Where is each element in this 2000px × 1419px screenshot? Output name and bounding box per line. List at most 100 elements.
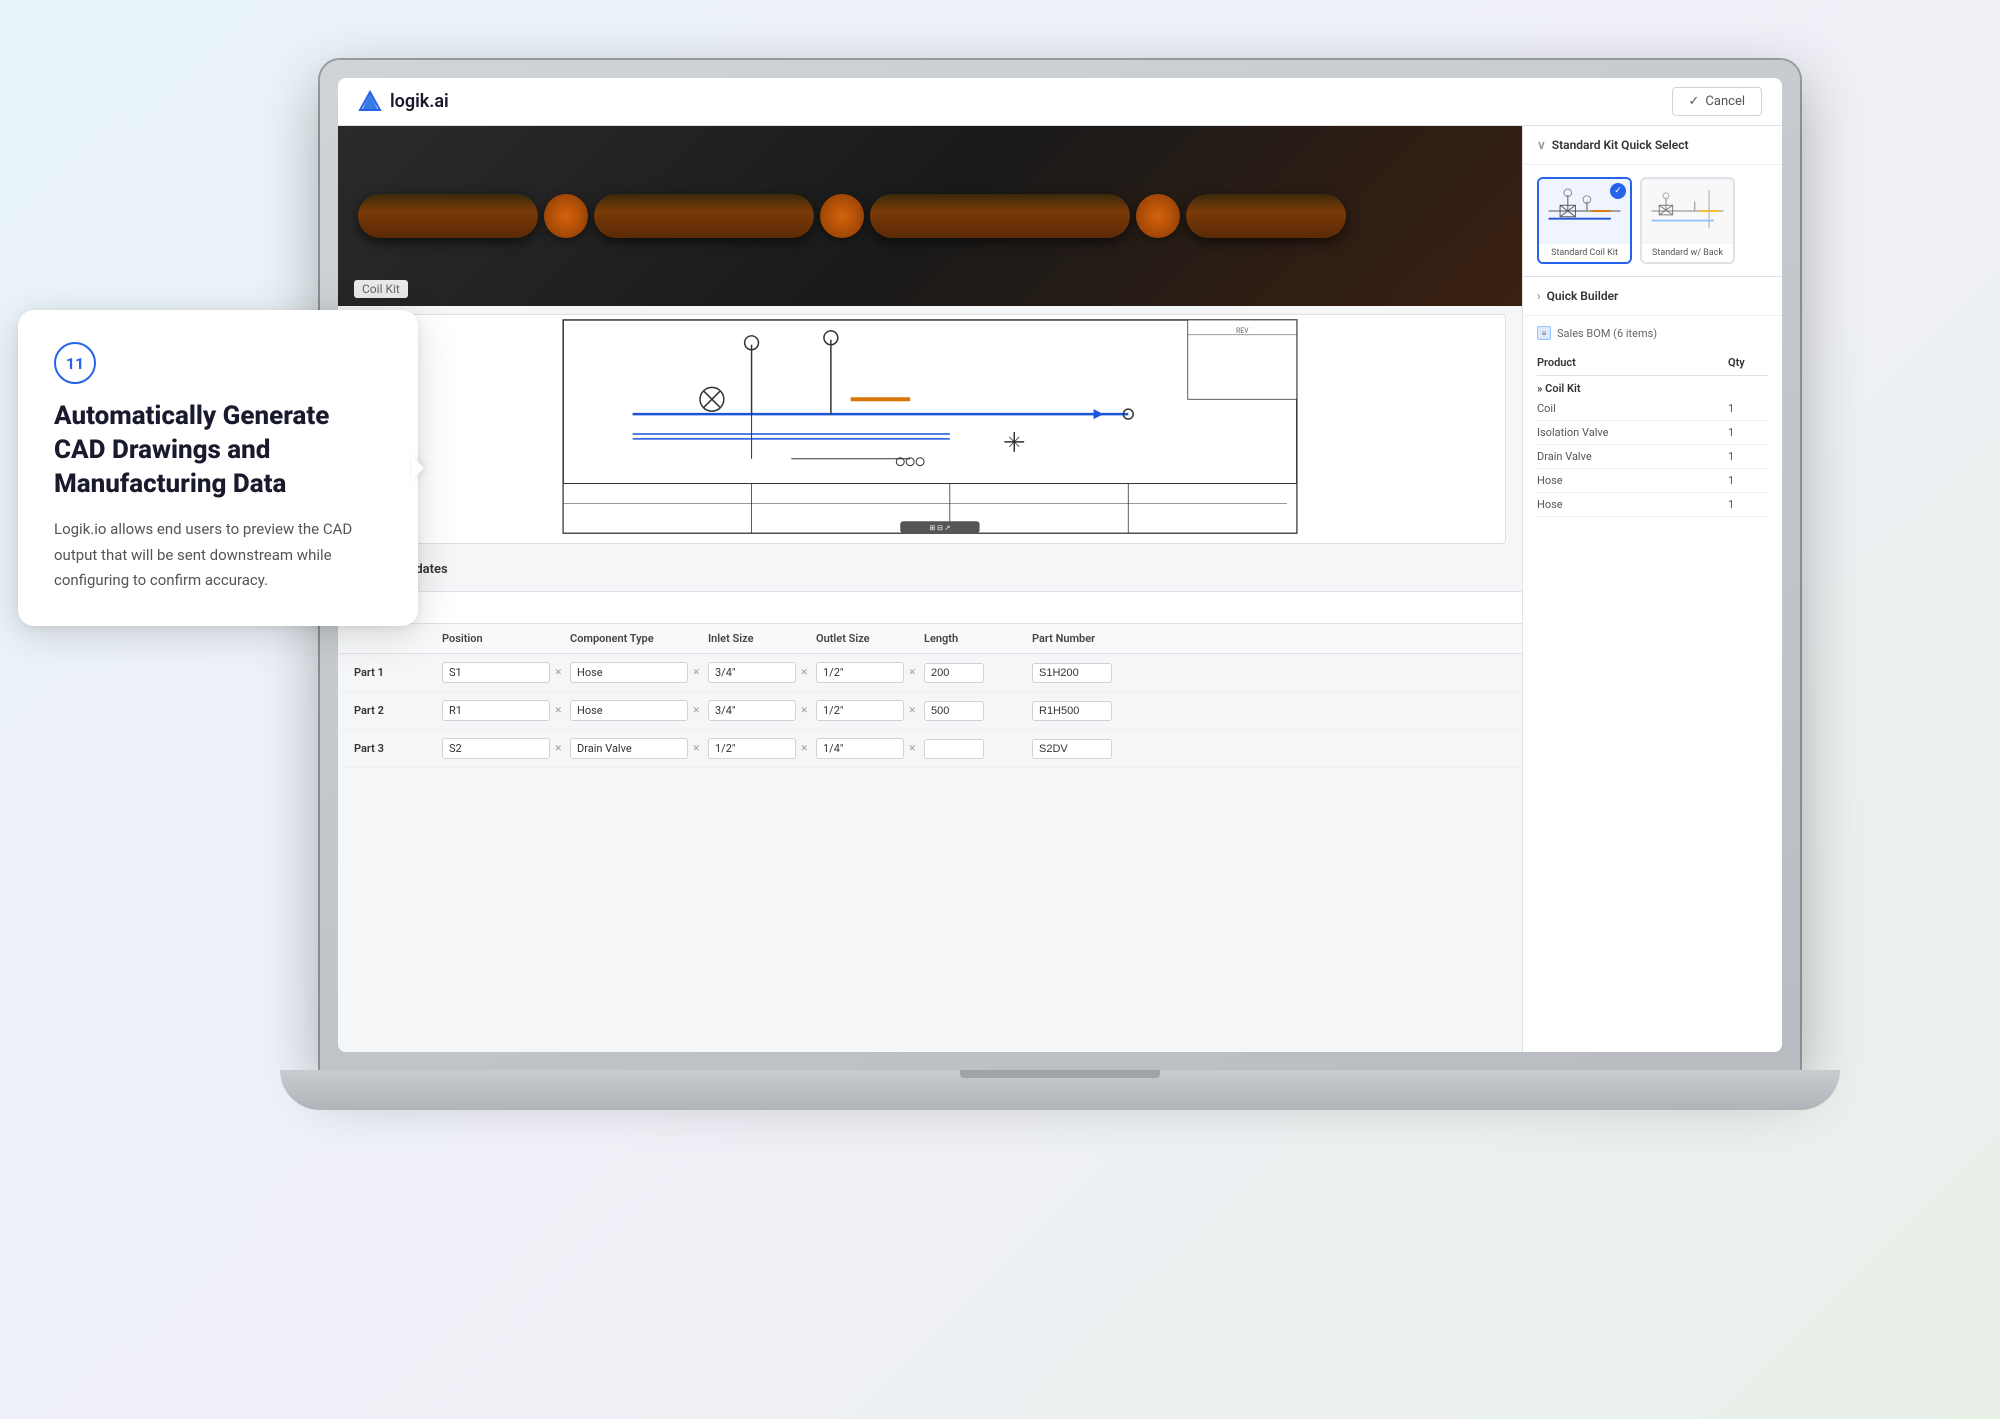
step-number: 11 <box>66 354 84 373</box>
bom-row: Isolation Valve 1 <box>1537 421 1768 445</box>
bom-qty-5: 1 <box>1728 498 1768 511</box>
position-field-2: R1 ✕ <box>442 700 562 721</box>
length-field-3 <box>924 739 1024 759</box>
bom-category-label: » Coil Kit <box>1537 382 1581 395</box>
thumbnail-label-2: Standard w/ Back <box>1642 244 1733 262</box>
pipe-visual <box>338 126 1522 306</box>
bom-header: ≡ Sales BOM (6 items) <box>1537 316 1768 350</box>
bom-row: Hose 1 <box>1537 469 1768 493</box>
outlet-x-1: ✕ <box>908 668 916 678</box>
laptop-bezel: logik.ai ✓ Cancel <box>320 60 1800 1070</box>
component-type-field-1: Hose ✕ <box>570 662 700 683</box>
component-type-value-3[interactable]: Drain Valve <box>570 738 688 759</box>
bom-col-qty: Qty <box>1728 356 1768 369</box>
outlet-size-field-2: 1/2" ✕ <box>816 700 916 721</box>
position-x-2: ✕ <box>554 706 562 716</box>
outlet-size-field-3: 1/4" ✕ <box>816 738 916 759</box>
thumbnail-img-2 <box>1642 179 1733 244</box>
outlet-size-value-3[interactable]: 1/4" <box>816 738 904 759</box>
position-value-3[interactable]: S2 <box>442 738 550 759</box>
part-label-1: Part 1 <box>354 666 434 679</box>
main-layout: Coil Kit <box>338 126 1782 1052</box>
laptop-screen: logik.ai ✓ Cancel <box>338 78 1782 1052</box>
product-label: Coil Kit <box>354 280 408 298</box>
cad-drawing-container: REV <box>354 314 1506 544</box>
logo-area: logik.ai <box>358 90 449 114</box>
cancel-button[interactable]: ✓ Cancel <box>1672 87 1762 116</box>
parts-table-header: Position Component Type Inlet Size Outle… <box>338 624 1522 654</box>
thumbnail-standard-back[interactable]: Standard w/ Back <box>1640 177 1735 264</box>
part-number-input-2[interactable] <box>1032 701 1112 721</box>
table-row: Part 2 R1 ✕ Hose ✕ 3/4" <box>338 692 1522 730</box>
inlet-size-value-2[interactable]: 3/4" <box>708 700 796 721</box>
content-area: Coil Kit <box>338 126 1522 1052</box>
thumbnail-img-1: ✓ <box>1539 179 1630 244</box>
length-input-1[interactable] <box>924 663 984 683</box>
quick-select-thumbnails: ✓ <box>1523 165 1782 276</box>
position-value-2[interactable]: R1 <box>442 700 550 721</box>
outlet-x-3: ✕ <box>908 744 916 754</box>
part-number-input-3[interactable] <box>1032 739 1112 759</box>
info-title: Automatically Generate CAD Drawings and … <box>54 400 382 501</box>
table-row: Part 3 S2 ✕ Drain Valve ✕ <box>338 730 1522 768</box>
col-part-number: Part Number <box>1032 632 1152 645</box>
inlet-x-1: ✕ <box>800 668 808 678</box>
thumbnail-label-1: Standard Coil Kit <box>1539 244 1630 262</box>
inlet-size-value-1[interactable]: 3/4" <box>708 662 796 683</box>
quick-updates-header[interactable]: › Quick Updates <box>338 552 1522 587</box>
laptop-hinge <box>960 1070 1160 1078</box>
bom-col-product: Product <box>1537 356 1728 369</box>
bom-qty-2: 1 <box>1728 426 1768 439</box>
selected-check-icon: ✓ <box>1610 183 1626 199</box>
bom-product-3: Drain Valve <box>1537 450 1728 463</box>
table-row: Part 1 S1 ✕ Hose ✕ 3/4" <box>338 654 1522 692</box>
bom-product-1: Coil <box>1537 402 1728 415</box>
col-outlet-size: Outlet Size <box>816 632 916 645</box>
quick-builder-section-title[interactable]: › Quick Builder <box>1523 276 1782 316</box>
col-length: Length <box>924 632 1024 645</box>
component-type-value-1[interactable]: Hose <box>570 662 688 683</box>
part-number-field-2 <box>1032 701 1152 721</box>
bom-title: Sales BOM (6 items) <box>1557 327 1657 340</box>
outlet-size-value-2[interactable]: 1/2" <box>816 700 904 721</box>
outlet-size-value-1[interactable]: 1/2" <box>816 662 904 683</box>
inlet-size-value-3[interactable]: 1/2" <box>708 738 796 759</box>
component-x-1: ✕ <box>692 668 700 678</box>
bom-qty-4: 1 <box>1728 474 1768 487</box>
length-field-1 <box>924 663 1024 683</box>
bom-qty-1: 1 <box>1728 402 1768 415</box>
parts-section: ∨ Parts Position Component Type Inlet Si… <box>338 591 1522 768</box>
product-image: Coil Kit <box>338 126 1522 306</box>
position-value-1[interactable]: S1 <box>442 662 550 683</box>
quick-select-section-title[interactable]: ∨ Standard Kit Quick Select <box>1523 126 1782 165</box>
inlet-size-field-1: 3/4" ✕ <box>708 662 808 683</box>
parts-header[interactable]: ∨ Parts <box>338 591 1522 624</box>
svg-text:REV: REV <box>1236 327 1249 335</box>
bom-row: Drain Valve 1 <box>1537 445 1768 469</box>
part-number-field-1 <box>1032 663 1152 683</box>
bom-section: ≡ Sales BOM (6 items) Product Qty » Coil… <box>1523 316 1782 529</box>
bom-category: » Coil Kit <box>1537 376 1768 397</box>
component-x-2: ✕ <box>692 706 700 716</box>
bom-icon: ≡ <box>1537 326 1551 340</box>
component-type-value-2[interactable]: Hose <box>570 700 688 721</box>
laptop-wrapper: logik.ai ✓ Cancel <box>280 60 1840 1260</box>
app-container: logik.ai ✓ Cancel <box>338 78 1782 1052</box>
logo-text: logik.ai <box>390 91 449 112</box>
position-x-1: ✕ <box>554 668 562 678</box>
component-type-field-3: Drain Valve ✕ <box>570 738 700 759</box>
length-input-2[interactable] <box>924 701 984 721</box>
step-badge: 11 <box>54 342 96 384</box>
thumbnail-standard-coil-kit[interactable]: ✓ <box>1537 177 1632 264</box>
info-card: 11 Automatically Generate CAD Drawings a… <box>18 310 418 626</box>
length-input-3[interactable] <box>924 739 984 759</box>
cancel-label: Cancel <box>1705 94 1745 109</box>
part-number-input-1[interactable] <box>1032 663 1112 683</box>
position-field-1: S1 ✕ <box>442 662 562 683</box>
part-label-3: Part 3 <box>354 742 434 755</box>
col-position: Position <box>442 632 562 645</box>
bom-row: Coil 1 <box>1537 397 1768 421</box>
bom-table-header: Product Qty <box>1537 350 1768 376</box>
inlet-size-field-3: 1/2" ✕ <box>708 738 808 759</box>
bom-product-2: Isolation Valve <box>1537 426 1728 439</box>
